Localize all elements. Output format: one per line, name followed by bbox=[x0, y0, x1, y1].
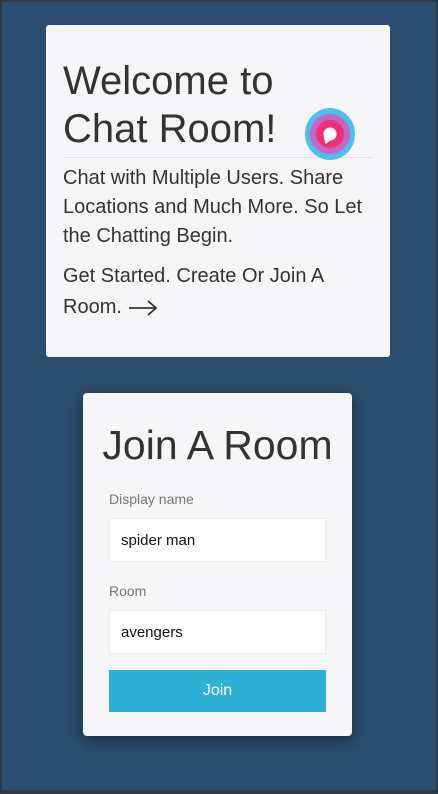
join-room-title: Join A Room bbox=[102, 422, 333, 468]
welcome-description: Chat with Multiple Users. Share Location… bbox=[63, 167, 363, 247]
chat-bubble-icon bbox=[305, 108, 355, 160]
join-room-form: Join A Room Display name Room Join bbox=[83, 393, 352, 736]
room-label: Room bbox=[109, 583, 147, 599]
get-started-text: Get Started. Create Or Join A Room. bbox=[63, 261, 373, 323]
display-name-input[interactable] bbox=[109, 518, 326, 562]
join-button[interactable]: Join bbox=[109, 670, 326, 712]
welcome-title-line-1: Welcome to bbox=[63, 59, 274, 103]
welcome-card: Welcome to Chat Room! Chat with Multiple… bbox=[46, 25, 390, 357]
welcome-title: Welcome to Chat Room! bbox=[63, 57, 373, 160]
arrow-right-icon bbox=[128, 300, 158, 316]
room-input[interactable] bbox=[109, 610, 326, 654]
display-name-label: Display name bbox=[109, 491, 194, 507]
get-started-label: Get Started. Create Or Join A Room. bbox=[63, 265, 324, 318]
